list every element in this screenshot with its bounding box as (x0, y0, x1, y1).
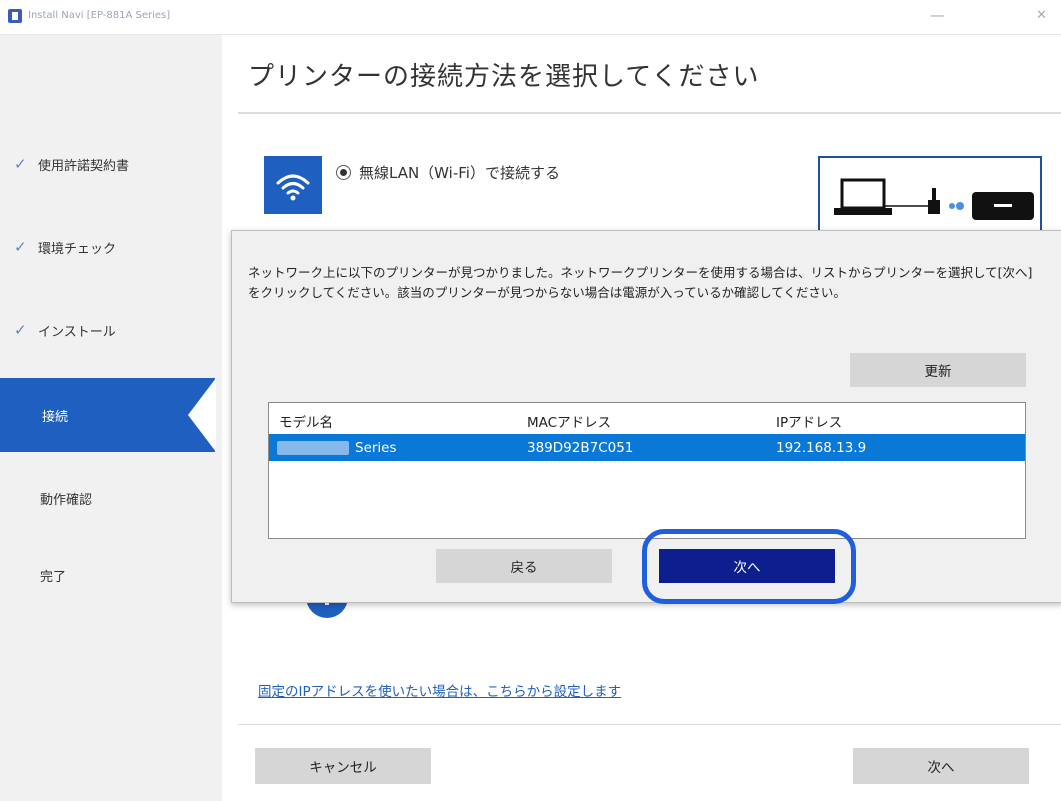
column-mac[interactable]: MACアドレス (527, 411, 611, 431)
sidebar-item-label: インストール (38, 324, 116, 340)
column-ip[interactable]: IPアドレス (776, 411, 842, 431)
printer-ip-cell: 192.168.13.9 (776, 440, 867, 456)
sidebar-item-label: 使用許諾契約書 (38, 158, 130, 174)
laptop-icon (834, 178, 892, 215)
close-button[interactable]: ✕ (1036, 8, 1047, 23)
printer-model-cell: Series (277, 440, 397, 456)
table-row[interactable]: Series 389D92B7C051 192.168.13.9 (269, 434, 1025, 461)
back-button[interactable]: 戻る (436, 549, 612, 583)
cancel-button[interactable]: キャンセル (255, 748, 431, 784)
printer-list[interactable]: モデル名 MACアドレス IPアドレス Series 389D92B7C051 … (268, 402, 1026, 539)
check-icon: ✓ (14, 321, 27, 339)
signal-icon (949, 202, 964, 210)
active-step-pointer (188, 378, 216, 452)
wifi-connection-option[interactable]: 無線LAN（Wi-Fi）で接続する (336, 162, 560, 183)
sidebar-item-label: 動作確認 (40, 492, 93, 508)
window-titlebar: Install Navi [EP-881A Series] — ✕ (0, 0, 1061, 35)
check-icon: ✓ (14, 238, 27, 256)
header-divider (238, 112, 1061, 114)
sidebar-item-license: ✓ 使用許諾契約書 (0, 127, 215, 201)
wifi-icon (264, 156, 322, 214)
sidebar-item-operation-check: 動作確認 (0, 461, 215, 535)
static-ip-link[interactable]: 固定のIPアドレスを使いたい場合は、こちらから設定します (258, 680, 621, 700)
sidebar-item-label: 完了 (40, 569, 67, 585)
printer-mac-cell: 389D92B7C051 (527, 440, 634, 456)
sidebar-item-environment-check: ✓ 環境チェック (0, 210, 215, 284)
wifi-option-label: 無線LAN（Wi-Fi）で接続する (359, 164, 560, 182)
redacted-model-prefix (277, 441, 349, 455)
refresh-button[interactable]: 更新 (850, 353, 1026, 387)
highlight-ring (642, 529, 856, 604)
app-icon (8, 9, 22, 23)
dialog-message: ネットワーク上に以下のプリンターが見つかりました。ネットワークプリンターを使用す… (248, 265, 1033, 300)
sidebar-item-connection: 接続 (0, 378, 216, 452)
page-title: プリンターの接続方法を選択してください (248, 62, 760, 92)
sidebar-item-label: 環境チェック (38, 241, 117, 257)
router-icon (928, 188, 940, 214)
list-header: モデル名 MACアドレス IPアドレス (269, 403, 1025, 433)
sidebar-item-install: ✓ インストール (0, 293, 215, 367)
minimize-button[interactable]: — (930, 6, 945, 24)
window-title: Install Navi [EP-881A Series] (28, 10, 171, 21)
next-button[interactable]: 次へ (853, 748, 1029, 784)
sidebar-item-label: 接続 (42, 409, 69, 425)
footer-divider (238, 724, 1061, 725)
connection-illustration (818, 156, 1042, 238)
sidebar-item-complete: 完了 (0, 538, 215, 612)
wifi-radio-button[interactable] (336, 165, 351, 180)
check-icon: ✓ (14, 155, 27, 173)
printer-icon (972, 192, 1034, 220)
step-sidebar: ✓ 使用許諾契約書 ✓ 環境チェック ✓ インストール 接続 動作確認 完了 (0, 35, 222, 801)
column-model[interactable]: モデル名 (279, 411, 333, 431)
